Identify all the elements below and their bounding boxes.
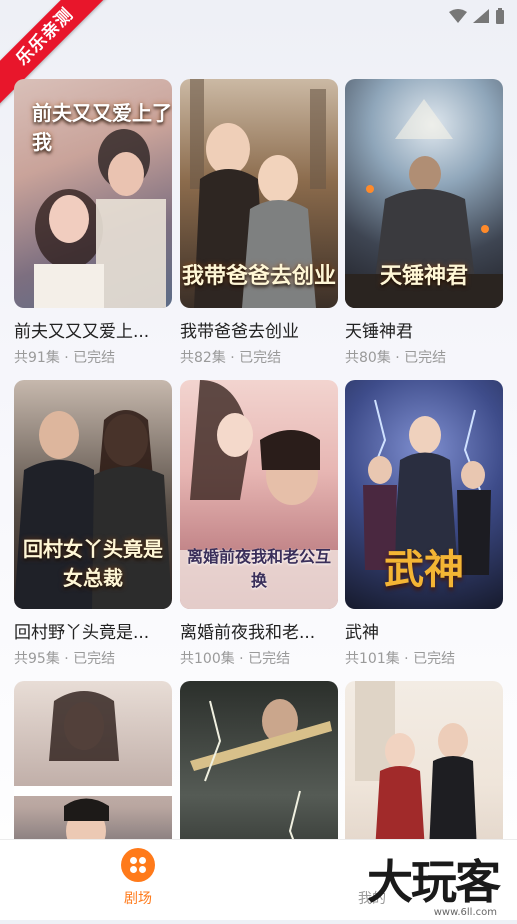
- drama-poster[interactable]: 天锤神君: [345, 79, 503, 308]
- drama-card[interactable]: 我带爸爸去创业 我带爸爸去创业 共82集 · 已完结: [180, 79, 338, 367]
- poster-title: 我带爸爸去创业: [181, 263, 336, 289]
- drama-poster[interactable]: 回村女丫头竟是女总裁: [14, 380, 172, 609]
- drama-card[interactable]: 武神 武神 共101集 · 已完结: [345, 380, 503, 668]
- drama-title: 天锤神君: [345, 322, 413, 342]
- drama-poster[interactable]: 前夫又又爱上了我: [14, 79, 172, 308]
- drama-poster[interactable]: 离婚前夜我和老公互换: [180, 380, 338, 609]
- poster-title: 前夫又又爱上了我: [32, 101, 172, 154]
- drama-card[interactable]: 前夫又又爱上了我 前夫又又又爱上... 共91集 · 已完结: [14, 79, 172, 367]
- status-bar: 乐乐亲测: [0, 0, 517, 108]
- drama-poster[interactable]: 我带爸爸去创业: [180, 79, 338, 308]
- battery-icon: [496, 8, 504, 24]
- drama-meta: 共80集 · 已完结: [345, 350, 447, 366]
- bottom-nav: 剧场 我的 大玩客 www.6ll.com: [0, 839, 517, 920]
- drama-title: 回村野丫头竟是...: [14, 623, 150, 643]
- drama-title: 我带爸爸去创业: [180, 322, 299, 342]
- drama-card[interactable]: 离婚前夜我和老公互换 离婚前夜我和老... 共100集 · 已完结: [180, 380, 338, 668]
- drama-meta: 共100集 · 已完结: [180, 651, 291, 667]
- wifi-icon: [449, 9, 467, 23]
- poster-title: 天锤神君: [379, 263, 468, 289]
- poster-title: 武神: [384, 546, 464, 593]
- drama-meta: 共82集 · 已完结: [180, 350, 282, 366]
- drama-title: 前夫又又又爱上...: [14, 322, 150, 342]
- watermark-logo: 大玩客: [367, 855, 501, 909]
- watermark-url: www.6ll.com: [433, 907, 497, 918]
- drama-card[interactable]: 回村女丫头竟是女总裁 回村野丫头竟是... 共95集 · 已完结: [14, 380, 172, 668]
- drama-title: 武神: [345, 623, 379, 643]
- drama-poster[interactable]: 武神: [345, 380, 503, 609]
- drama-meta: 共101集 · 已完结: [345, 651, 456, 667]
- drama-title: 离婚前夜我和老...: [180, 623, 316, 643]
- signal-icon: [473, 9, 489, 23]
- drama-meta: 共95集 · 已完结: [14, 651, 116, 667]
- poster-title: 离婚前夜我和老公互换: [186, 547, 331, 590]
- drama-meta: 共91集 · 已完结: [14, 350, 116, 366]
- theater-icon: [121, 848, 155, 882]
- status-icons: [449, 8, 505, 24]
- nav-label-theater: 剧场: [124, 891, 152, 907]
- poster-title: 回村女丫头竟是女总裁: [23, 537, 163, 590]
- drama-card[interactable]: 天锤神君 天锤神君 共80集 · 已完结: [345, 79, 503, 367]
- nav-tab-theater[interactable]: 剧场: [108, 848, 168, 908]
